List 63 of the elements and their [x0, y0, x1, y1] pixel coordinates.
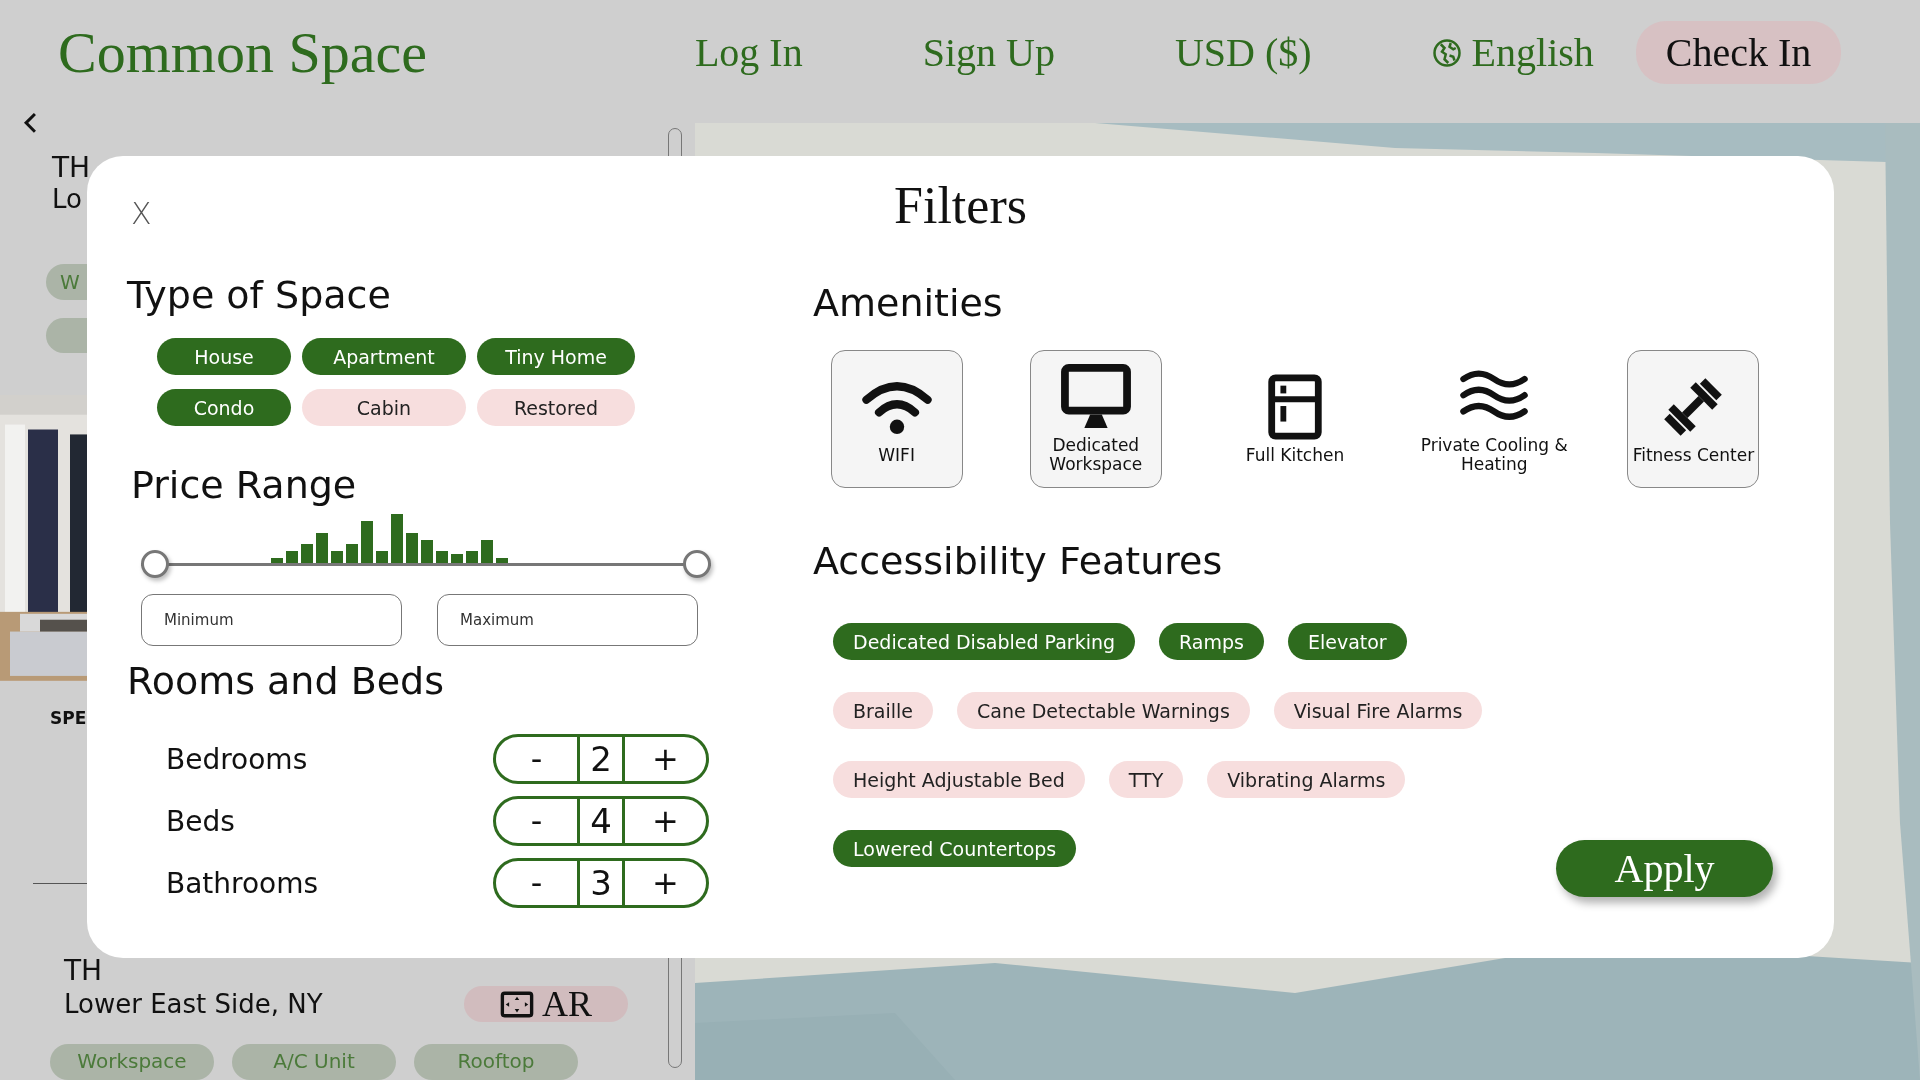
accessibility-chip[interactable]: Vibrating Alarms: [1207, 761, 1406, 798]
increment-button[interactable]: +: [625, 737, 706, 781]
slider-thumb[interactable]: [683, 550, 711, 578]
accessibility-chip[interactable]: Elevator: [1287, 623, 1407, 660]
close-button[interactable]: X: [131, 196, 152, 231]
section-label: SPE: [50, 707, 87, 729]
accessibility-chip[interactable]: Lowered Countertops: [833, 830, 1077, 867]
counter-value: 4: [577, 796, 625, 846]
decrement-button[interactable]: -: [496, 799, 577, 843]
accessibility-chip[interactable]: TTY: [1108, 761, 1184, 798]
ar-button[interactable]: AR: [464, 986, 628, 1022]
globe-icon: [1431, 37, 1462, 68]
amenity-tile[interactable]: WIFI: [830, 350, 963, 488]
accessibility-chip[interactable]: Visual Fire Alarms: [1273, 692, 1483, 729]
maximum-price-field[interactable]: Maximum: [437, 594, 698, 646]
space-type-chip[interactable]: House: [157, 338, 291, 375]
space-type-chip[interactable]: Condo: [157, 389, 291, 426]
logo[interactable]: Common Space: [58, 19, 427, 86]
counter-value: 2: [577, 734, 625, 784]
accessibility-chip[interactable]: Height Adjustable Bed: [833, 761, 1085, 798]
nav-link[interactable]: Sign Up: [922, 29, 1055, 76]
accessibility-chip[interactable]: Ramps: [1159, 623, 1264, 660]
slider-thumb[interactable]: [141, 550, 169, 578]
decrement-button[interactable]: -: [496, 861, 577, 905]
amenity-tile[interactable]: Dedicated Workspace: [1029, 350, 1162, 488]
back-icon[interactable]: [22, 112, 38, 134]
listing-location: Lower East Side, NY: [64, 989, 324, 1019]
monitor-icon: [1059, 364, 1132, 430]
increment-button[interactable]: +: [625, 799, 706, 843]
section-heading: Rooms and Beds: [127, 658, 446, 704]
check-in-button[interactable]: Check In: [1635, 21, 1842, 84]
ar-frame-icon: [500, 990, 534, 1018]
space-type-chip[interactable]: Restored: [477, 389, 635, 426]
space-type-chip[interactable]: Tiny Home: [477, 338, 635, 375]
amenity-tag: Workspace: [50, 1044, 214, 1080]
section-heading: Price Range: [131, 462, 358, 508]
minimum-price-field[interactable]: Minimum: [141, 594, 402, 646]
amenity-tile[interactable]: Fitness Center: [1627, 350, 1760, 488]
section-heading: Amenities: [813, 280, 1004, 326]
nav-link[interactable]: Log In: [694, 29, 803, 76]
apply-button[interactable]: Apply: [1556, 840, 1773, 897]
accessibility-chip[interactable]: Dedicated Disabled Parking: [833, 623, 1135, 660]
room-label: Bedrooms: [166, 742, 309, 776]
room-label: Beds: [166, 804, 236, 838]
room-label: Bathrooms: [166, 866, 320, 900]
accessibility-chip[interactable]: Cane Detectable Warnings: [957, 692, 1250, 729]
amenity-tile[interactable]: Full Kitchen: [1205, 350, 1385, 488]
language-link[interactable]: English: [1431, 29, 1594, 76]
listing-title: TH: [52, 151, 91, 184]
listing-title: TH: [64, 956, 103, 986]
listing-location: Lo: [52, 183, 82, 214]
space-type-chip[interactable]: Cabin: [302, 389, 466, 426]
space-type-chip[interactable]: Apartment: [302, 338, 466, 375]
amenity-tag: Rooftop: [414, 1044, 578, 1080]
amenity-tile[interactable]: Private Cooling & Heating: [1404, 350, 1585, 488]
accessibility-chip[interactable]: Braille: [833, 692, 933, 729]
section-heading: Accessibility Features: [813, 538, 1224, 584]
amenity-tag: A/C Unit: [232, 1044, 396, 1080]
dialog-title: Filters: [894, 176, 1027, 236]
increment-button[interactable]: +: [625, 861, 706, 905]
counter-value: 3: [577, 858, 625, 908]
decrement-button[interactable]: -: [496, 737, 577, 781]
nav-link[interactable]: USD ($): [1174, 29, 1312, 76]
